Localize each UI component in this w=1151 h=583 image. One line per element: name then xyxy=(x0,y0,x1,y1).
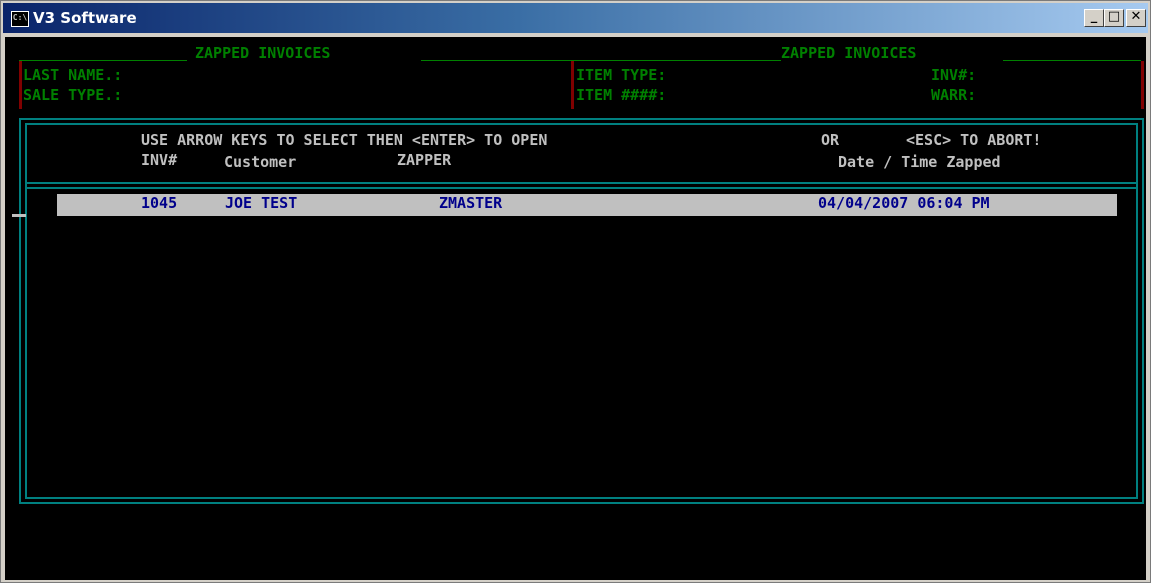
item-number-label: ITEM ####: xyxy=(576,86,667,104)
window-title: V3 Software xyxy=(33,9,137,27)
console-area[interactable]: ZAPPED INVOICES ZAPPED INVOICES LAST NAM… xyxy=(5,37,1146,580)
header-divider-2 xyxy=(27,187,1136,189)
column-date-time: Date / Time Zapped xyxy=(838,153,1001,171)
minimize-button[interactable]: _ xyxy=(1084,9,1104,27)
console-window: C:\ V3 Software _ □ ✕ ZAPPED INVOICES ZA… xyxy=(0,0,1151,583)
header-top-line-middle xyxy=(421,60,781,61)
row-zapper: ZMASTER xyxy=(439,194,503,212)
list-frame-inner xyxy=(25,123,1138,499)
or-text: OR xyxy=(821,131,840,149)
sale-type-label: SALE TYPE.: xyxy=(23,86,123,104)
instruction-text: USE ARROW KEYS TO SELECT THEN <ENTER> TO… xyxy=(141,131,548,149)
console-icon[interactable]: C:\ xyxy=(11,11,29,27)
left-panel-title: ZAPPED INVOICES xyxy=(195,44,331,62)
close-button[interactable]: ✕ xyxy=(1126,9,1146,27)
title-bar[interactable]: C:\ V3 Software _ □ ✕ xyxy=(3,3,1148,33)
inv-label: INV#: xyxy=(931,66,977,84)
esc-abort-text: <ESC> TO ABORT! xyxy=(906,131,1042,149)
header-top-line-left xyxy=(19,60,187,61)
column-inv: INV# xyxy=(141,151,178,169)
right-border xyxy=(1141,61,1144,109)
left-border xyxy=(19,61,22,109)
row-inv: 1045 xyxy=(141,194,178,212)
maximize-button[interactable]: □ xyxy=(1104,9,1124,27)
row-date-time: 04/04/2007 06:04 PM xyxy=(818,194,990,212)
column-customer: Customer xyxy=(224,153,297,171)
table-row[interactable]: 1045 JOE TEST ZMASTER 04/04/2007 06:04 P… xyxy=(57,194,1117,216)
column-zapper: ZAPPER xyxy=(397,151,452,169)
item-type-label: ITEM TYPE: xyxy=(576,66,667,84)
header-divider-1 xyxy=(27,182,1136,184)
right-panel-title: ZAPPED INVOICES xyxy=(781,44,917,62)
warr-label: WARR: xyxy=(931,86,977,104)
last-name-label: LAST NAME.: xyxy=(23,66,123,84)
header-top-line-right xyxy=(1003,60,1141,61)
row-customer: JOE TEST xyxy=(225,194,298,212)
text-cursor xyxy=(12,214,26,217)
middle-border xyxy=(571,61,574,109)
